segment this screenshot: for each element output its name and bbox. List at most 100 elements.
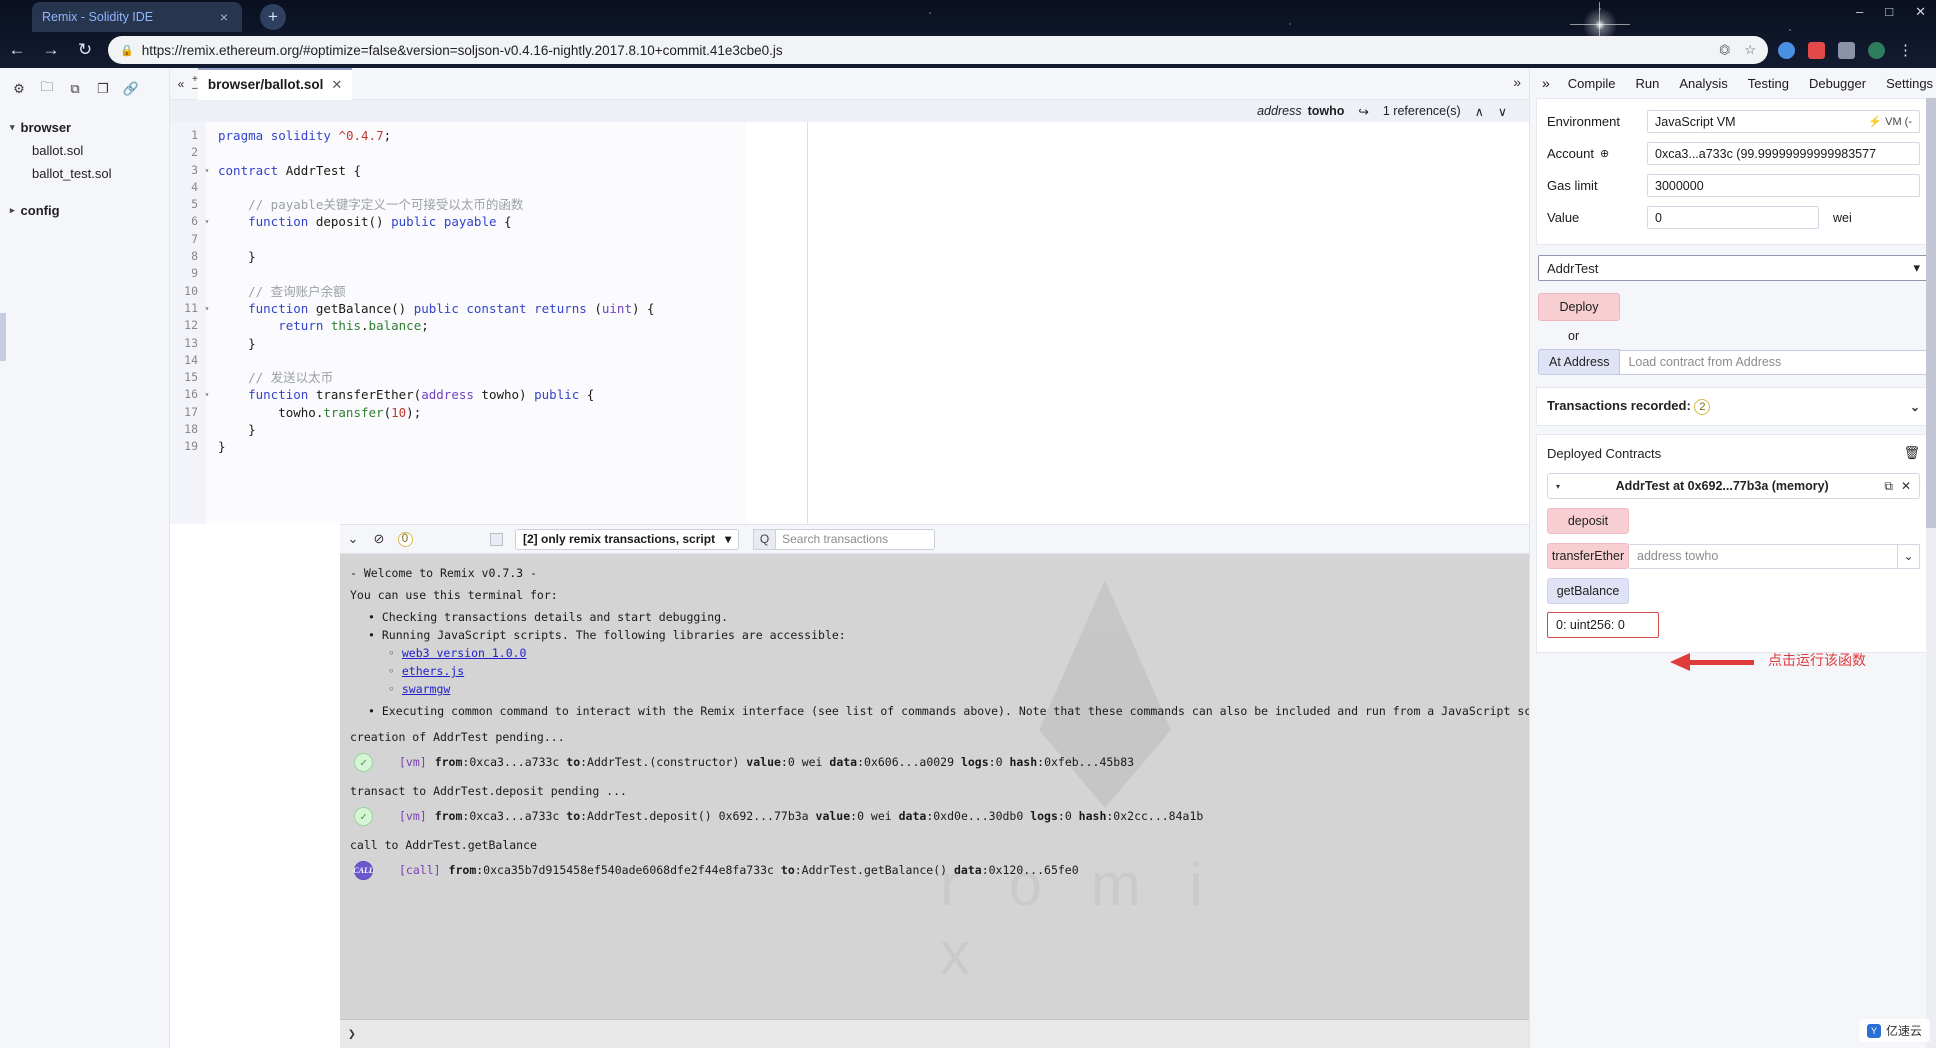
account-select[interactable]: 0xca3...a733c (99.99999999999983577 — [1647, 142, 1920, 165]
deploy-button[interactable]: Deploy — [1538, 293, 1620, 321]
address-bar[interactable]: 🔒 https://remix.ethereum.org/#optimize=f… — [108, 36, 1768, 64]
code-text: // 发送以太币 — [218, 370, 334, 386]
tab-compile[interactable]: Compile — [1558, 76, 1626, 91]
right-panel-scrollbar[interactable] — [1926, 98, 1936, 1048]
expand-right-panel-icon[interactable]: » — [1534, 75, 1558, 91]
deposit-button[interactable]: deposit — [1547, 508, 1629, 534]
link-icon[interactable]: ⧉ — [66, 80, 84, 98]
fold-toggle[interactable]: ▾ — [202, 213, 212, 230]
transferether-button[interactable]: transferEther — [1547, 543, 1629, 569]
plugin-icon[interactable]: 🔗 — [122, 80, 140, 98]
terminal-bullet: • Running JavaScript scripts. The follow… — [368, 628, 846, 642]
maximize-icon[interactable]: □ — [1885, 4, 1893, 20]
transactions-recorded[interactable]: Transactions recorded: 2 ⌄ — [1536, 387, 1931, 426]
chevron-down-icon: ▾ — [1913, 260, 1920, 275]
chevron-down-icon[interactable]: ▾ — [1556, 482, 1560, 491]
tree-file-ballot-test[interactable]: ballot_test.sol — [10, 162, 169, 185]
tab-run[interactable]: Run — [1625, 76, 1669, 91]
environment-select[interactable]: JavaScript VM ⚡ VM (- — [1647, 110, 1920, 133]
panel-resize-handle[interactable] — [0, 313, 6, 361]
fold-toggle[interactable]: ▾ — [202, 300, 212, 317]
terminal-link[interactable]: ethers.js — [402, 664, 464, 678]
trash-icon[interactable]: 🗑 — [1903, 445, 1920, 461]
terminal-link[interactable]: web3 version 1.0.0 — [402, 646, 527, 660]
terminal-transaction-row[interactable]: CALL [call] from:0xca35b7d915458ef540ade60… — [344, 854, 1669, 886]
close-icon[interactable]: × — [216, 9, 232, 25]
jump-to-icon[interactable]: ↪ — [1358, 104, 1368, 119]
browser-menu-icon[interactable]: ⋮ — [1898, 41, 1913, 59]
environment-value: JavaScript VM — [1655, 114, 1736, 129]
code-text: function deposit() public payable { — [248, 214, 512, 230]
profile-avatar[interactable] — [1868, 41, 1885, 59]
value-input[interactable]: 0 — [1647, 206, 1819, 229]
close-icon[interactable]: ✕ — [331, 77, 342, 93]
browser-tab[interactable]: Remix - Solidity IDE × — [32, 2, 242, 32]
tree-folder-label: config — [20, 203, 60, 218]
pending-count-badge[interactable]: 0 — [392, 531, 418, 547]
new-tab-button[interactable]: + — [260, 4, 286, 30]
tab-analysis[interactable]: Analysis — [1669, 76, 1737, 91]
search-input[interactable] — [775, 528, 936, 550]
tree-folder-browser[interactable]: ▾ browser — [10, 116, 169, 139]
function-row-getbalance: getBalance — [1547, 578, 1920, 604]
terminal-output[interactable]: r o m i x - Welcome to Remix v0.7.3 - You… — [340, 554, 1699, 1019]
close-window-icon[interactable]: ✕ — [1915, 4, 1926, 20]
transferether-input[interactable] — [1629, 543, 1898, 569]
prev-reference-icon[interactable]: ∧ — [1475, 104, 1484, 119]
getbalance-button[interactable]: getBalance — [1547, 578, 1629, 604]
collapse-terminal-icon[interactable]: ⌄ — [340, 531, 366, 547]
editor-file-tab[interactable]: browser/ballot.sol ✕ — [197, 67, 353, 100]
tree-file-ballot[interactable]: ballot.sol — [10, 139, 169, 162]
terminal-filter-checkbox[interactable] — [490, 532, 503, 546]
search-icon[interactable]: Q — [753, 528, 776, 550]
copy-icon[interactable]: ⧉ — [1884, 479, 1893, 494]
extension-icon-blue[interactable] — [1778, 41, 1795, 59]
code-editor[interactable]: 1 pragma solidity ^0.4.7; 2 3 ▾ contract Add… — [170, 122, 1529, 524]
tab-testing[interactable]: Testing — [1738, 76, 1799, 91]
next-reference-icon[interactable]: ∨ — [1498, 104, 1507, 119]
terminal-filter-select[interactable]: [2] only remix transactions, script ▾ — [515, 528, 740, 550]
terminal-link-item: ◦ ethers.js — [388, 664, 465, 678]
close-icon[interactable]: ✕ — [1901, 479, 1911, 493]
tab-settings[interactable]: Settings — [1876, 76, 1936, 91]
translate-icon[interactable]: ⏣ — [1719, 42, 1730, 58]
terminal-link[interactable]: swarmgw — [402, 682, 450, 696]
folder-icon[interactable]: 🗀 — [38, 79, 56, 98]
minimize-icon[interactable]: – — [1856, 4, 1863, 20]
right-panel-scrollbar-thumb[interactable] — [1926, 98, 1936, 528]
at-address-input[interactable] — [1620, 349, 1929, 375]
terminal-prompt[interactable]: ❯ — [340, 1019, 1699, 1048]
call-result: 0: uint256: 0 — [1547, 612, 1659, 638]
reload-icon[interactable]: ↻ — [68, 35, 102, 65]
tree-folder-config[interactable]: ▸ config — [10, 199, 169, 222]
bookmark-star-icon[interactable]: ☆ — [1744, 42, 1756, 58]
clear-terminal-icon[interactable]: ⊘ — [366, 531, 392, 547]
collapse-left-icon[interactable]: « — [170, 77, 192, 91]
chevron-down-icon[interactable]: ⌄ — [1898, 543, 1920, 569]
expand-panel-icon[interactable]: » — [1513, 74, 1521, 90]
back-icon[interactable]: ← — [0, 35, 34, 65]
copy-icon[interactable]: ❐ — [94, 80, 112, 98]
terminal-transaction-row[interactable]: ✓ [vm] from:0xca3...a733c to:AddrTest.(con… — [344, 746, 1669, 778]
terminal-transaction-row[interactable]: ✓ [vm] from:0xca3...a733c to:AddrTest.depo… — [344, 800, 1669, 832]
extension-icon-red[interactable] — [1808, 41, 1825, 59]
tab-debugger[interactable]: Debugger — [1799, 76, 1876, 91]
contract-instance-header[interactable]: ▾ AddrTest at 0x692...77b3a (memory) ⧉ ✕ — [1547, 473, 1920, 499]
forward-icon[interactable]: → — [34, 35, 68, 65]
add-account-icon[interactable]: ⊕ — [1600, 147, 1609, 160]
chevron-down-icon[interactable]: ⌄ — [1910, 400, 1920, 414]
contract-select[interactable]: AddrTest ▾ — [1538, 255, 1929, 281]
gear-icon[interactable]: ⚙ — [10, 80, 28, 98]
fold-toggle[interactable]: ▾ — [202, 162, 212, 179]
gas-limit-input[interactable]: 3000000 — [1647, 174, 1920, 197]
at-address-button[interactable]: At Address — [1538, 349, 1621, 375]
fold-toggle[interactable]: ▾ — [202, 386, 212, 403]
value-unit-select[interactable]: wei — [1825, 211, 1852, 225]
tx-message: from:0xca3...a733c to:AddrTest.(construc… — [434, 755, 1135, 769]
code-line: 12 return this.balance; — [170, 317, 655, 334]
line-number: 19 — [184, 439, 198, 454]
editor-file-tab-label: browser/ballot.sol — [207, 77, 324, 92]
account-row: Account ⊕ 0xca3...a733c (99.999999999999… — [1547, 141, 1920, 166]
extension-icon-gray[interactable] — [1838, 41, 1855, 59]
terminal-filter-label: [2] only remix transactions, script — [523, 532, 716, 546]
